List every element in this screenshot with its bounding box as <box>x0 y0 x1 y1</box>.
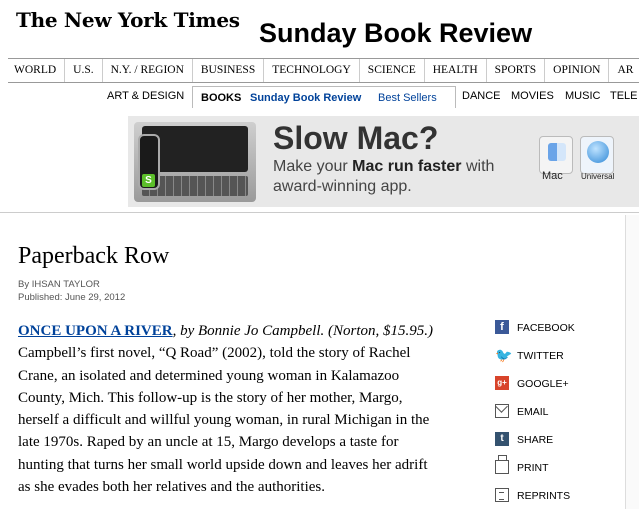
nav-item-business[interactable]: BUSINESS <box>193 59 265 82</box>
subnav-sunday-book-review[interactable]: Sunday Book Review <box>250 92 361 104</box>
body-line: hunting that turns her small world upsid… <box>18 456 428 473</box>
share-facebook-label: FACEBOOK <box>517 322 575 334</box>
facebook-icon: f <box>495 320 509 334</box>
book-title-link[interactable]: ONCE UPON A RIVER <box>18 323 173 339</box>
share-share-label: SHARE <box>517 434 554 446</box>
body-line: late 1970s. Raped by an uncle at 15, Mar… <box>18 434 399 451</box>
subnav-art-design[interactable]: ART & DESIGN <box>107 90 184 102</box>
section-title[interactable]: Sunday Book Review <box>259 18 532 49</box>
share-email[interactable]: EMAIL <box>495 401 615 429</box>
nav-item-ny-region[interactable]: N.Y. / REGION <box>103 59 193 82</box>
ad-banner[interactable]: S Slow Mac? Make your Mac run faster wit… <box>128 116 639 207</box>
subnav-dance[interactable]: DANCE <box>462 90 501 102</box>
subnav-best-sellers[interactable]: Best Sellers <box>378 92 437 104</box>
body-line: Campbell’s first novel, “Q Road” (2002),… <box>18 345 411 362</box>
print-icon <box>495 455 509 474</box>
google-plus-icon: g+ <box>495 376 509 390</box>
body-line: herself a difficult and willful young wo… <box>18 412 430 429</box>
email-icon <box>495 404 509 418</box>
share-twitter-label: TWITTER <box>517 350 564 362</box>
share-print[interactable]: PRINT <box>495 455 615 485</box>
body-line: Crane, an isolated and determined young … <box>18 367 400 384</box>
ad-headline: Slow Mac? <box>273 120 439 156</box>
ad-tagline-prefix: Make your <box>273 158 353 175</box>
ad-tagline-suffix: with <box>461 158 495 175</box>
article-byline: By IHSAN TAYLOR <box>18 279 100 290</box>
subnav-tele[interactable]: TELE <box>610 90 638 102</box>
nav-item-world[interactable]: WORLD <box>8 59 66 82</box>
subnav-music[interactable]: MUSIC <box>565 90 600 102</box>
nyt-logo[interactable]: The New York Times <box>16 8 240 32</box>
body-line: as she evades both her relatives and the… <box>18 479 325 496</box>
ad-tagline-1: Make your Mac run faster with <box>273 158 494 176</box>
share-email-label: EMAIL <box>517 406 549 418</box>
share-reprints[interactable]: REPRINTS <box>495 485 615 509</box>
speed-badge: S <box>142 174 155 187</box>
ad-tagline-2: award-winning app. <box>273 178 412 195</box>
divider <box>0 212 639 213</box>
tumblr-icon: t <box>495 432 509 446</box>
reprints-icon <box>495 488 509 502</box>
article-published-date: Published: June 29, 2012 <box>18 292 126 303</box>
books-subnav-box: BOOKS Sunday Book Review Best Sellers <box>192 86 456 108</box>
twitter-icon: 🐦 <box>495 347 513 363</box>
share-tools: f FACEBOOK 🐦 TWITTER g+ GOOGLE+ EMAIL t … <box>495 317 615 509</box>
nav-item-us[interactable]: U.S. <box>65 59 103 82</box>
share-reprints-label: REPRINTS <box>517 490 571 502</box>
share-tumblr[interactable]: t SHARE <box>495 429 615 457</box>
body-line: County, Mich. This follow-up is the stor… <box>18 389 403 406</box>
nav-item-opinion[interactable]: OPINION <box>545 59 610 82</box>
nav-item-arts[interactable]: AR <box>609 59 639 82</box>
book-meta: , by Bonnie Jo Campbell. (Norton, $15.95… <box>172 323 433 339</box>
book-entry-heading: ONCE UPON A RIVER, by Bonnie Jo Campbell… <box>18 320 488 342</box>
ad-tagline-bold: Mac run faster <box>352 158 462 175</box>
share-print-label: PRINT <box>517 462 549 474</box>
right-column-edge <box>625 215 639 509</box>
finder-icon <box>539 136 573 174</box>
subnav-books[interactable]: BOOKS <box>201 92 241 104</box>
nav-item-sports[interactable]: SPORTS <box>487 59 546 82</box>
universal-icon <box>580 136 614 174</box>
share-google-label: GOOGLE+ <box>517 378 569 390</box>
article-body: ONCE UPON A RIVER, by Bonnie Jo Campbell… <box>18 320 488 498</box>
article-headline: Paperback Row <box>18 243 170 269</box>
primary-nav: WORLD U.S. N.Y. / REGION BUSINESS TECHNO… <box>8 58 639 83</box>
nav-item-health[interactable]: HEALTH <box>425 59 487 82</box>
share-google-plus[interactable]: g+ GOOGLE+ <box>495 373 615 401</box>
share-twitter[interactable]: 🐦 TWITTER <box>495 345 615 373</box>
nav-item-technology[interactable]: TECHNOLOGY <box>264 59 360 82</box>
masthead: The New York Times Sunday Book Review <box>0 0 639 58</box>
mac-badge-label: Mac <box>542 170 563 182</box>
share-facebook[interactable]: f FACEBOOK <box>495 317 615 345</box>
nav-item-science[interactable]: SCIENCE <box>360 59 425 82</box>
subnav-movies[interactable]: MOVIES <box>511 90 554 102</box>
universal-badge-label: Universal <box>581 172 615 181</box>
secondary-nav: ART & DESIGN BOOKS Sunday Book Review Be… <box>0 84 639 109</box>
